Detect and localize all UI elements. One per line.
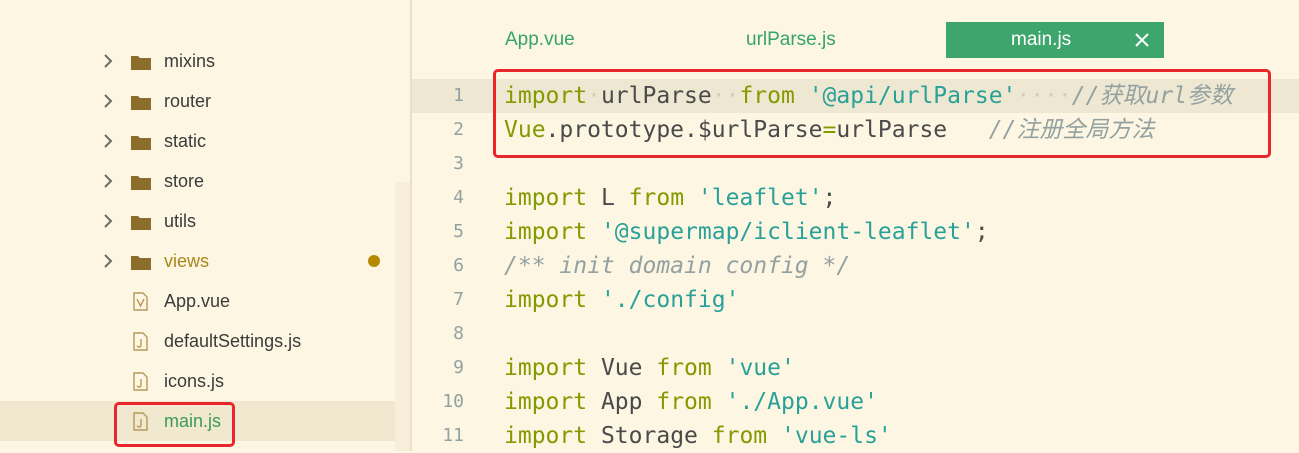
code-line[interactable]: 8 [412, 317, 1299, 351]
highlight-box-code [493, 69, 1271, 158]
line-number: 5 [453, 221, 464, 242]
code-line[interactable]: 4 import L from 'leaflet'; [412, 181, 1299, 215]
chevron-right-icon[interactable] [100, 53, 116, 69]
chevron-right-icon[interactable] [100, 173, 116, 189]
line-number: 3 [453, 153, 464, 174]
line-number: 9 [453, 357, 464, 378]
code-line[interactable]: 5 import '@supermap/iclient-leaflet'; [412, 215, 1299, 249]
code-line[interactable]: 7 import './config' [412, 283, 1299, 317]
chevron-right-icon[interactable] [100, 213, 116, 229]
line-number: 1 [453, 85, 464, 106]
line-number: 2 [453, 119, 464, 140]
tab-label: urlParse.js [746, 29, 836, 50]
tree-item-label: defaultSettings.js [164, 331, 302, 351]
line-number: 10 [442, 391, 464, 412]
tree-item-label: mixins [164, 51, 216, 71]
modified-dot [368, 255, 380, 267]
chevron-right-icon[interactable] [100, 133, 116, 149]
tree-item-label: views [164, 251, 210, 271]
tree-item-store[interactable]: store [0, 161, 396, 201]
line-number: 4 [453, 187, 464, 208]
tree-item-mixins[interactable]: mixins [0, 41, 396, 81]
code-line[interactable]: 6 /** init domain config */ [412, 249, 1299, 283]
folder-icon [131, 136, 151, 150]
close-icon[interactable] [1133, 31, 1151, 49]
chevron-right-icon[interactable] [100, 93, 116, 109]
folder-icon [131, 256, 151, 270]
tree-item-label: App.vue [164, 291, 231, 311]
code-line[interactable]: 10 import App from './App.vue' [412, 385, 1299, 419]
code-line[interactable]: 9 import Vue from 'vue' [412, 351, 1299, 385]
tree-item-static[interactable]: static [0, 121, 396, 161]
tree-item-router[interactable]: router [0, 81, 396, 121]
tab-urlparse-js[interactable]: urlParse.js [746, 22, 836, 58]
folder-icon [131, 216, 151, 230]
folder-icon [131, 96, 151, 110]
folder-icon [131, 176, 151, 190]
tree-item-label: utils [164, 211, 197, 231]
line-number: 11 [442, 425, 464, 446]
code-text: import Storage from 'vue-ls' [504, 423, 892, 449]
code-text: import './config' [504, 287, 740, 313]
code-line[interactable]: 11 import Storage from 'vue-ls' [412, 419, 1299, 453]
js-file-icon [133, 332, 148, 351]
line-number: 7 [453, 289, 464, 310]
chevron-right-icon[interactable] [100, 253, 116, 269]
code-text: /** init domain config */ [504, 253, 851, 279]
code-text: import Vue from 'vue' [504, 355, 795, 381]
tree-item-icons-js[interactable]: icons.js [0, 361, 396, 401]
tree-item-default-settings-js[interactable]: defaultSettings.js [0, 321, 396, 361]
tree-item-label: store [164, 171, 205, 191]
tree-item-label: router [164, 91, 212, 111]
tree-item-label: icons.js [164, 371, 225, 391]
vue-file-icon [133, 292, 148, 311]
code-text: import '@supermap/iclient-leaflet'; [504, 219, 989, 245]
line-number: 8 [453, 323, 464, 344]
js-file-icon [133, 372, 148, 391]
tree-item-label: static [164, 131, 207, 151]
code-text: import L from 'leaflet'; [504, 185, 837, 211]
tab-label: main.js [1011, 29, 1072, 50]
tab-label: App.vue [505, 29, 575, 50]
code-text: import App from './App.vue' [504, 389, 878, 415]
tree-item-utils[interactable]: utils [0, 201, 396, 241]
folder-icon [131, 56, 151, 70]
tab-main-js[interactable]: main.js [946, 22, 1164, 58]
tab-app-vue[interactable]: App.vue [505, 22, 575, 58]
sidebar-scrollbar[interactable] [395, 182, 410, 451]
file-explorer: mixins router static store utils views A… [0, 0, 410, 451]
line-number: 6 [453, 255, 464, 276]
tree-item-views[interactable]: views [0, 241, 396, 281]
tree-item-app-vue[interactable]: App.vue [0, 281, 396, 321]
highlight-box-file [114, 402, 235, 447]
